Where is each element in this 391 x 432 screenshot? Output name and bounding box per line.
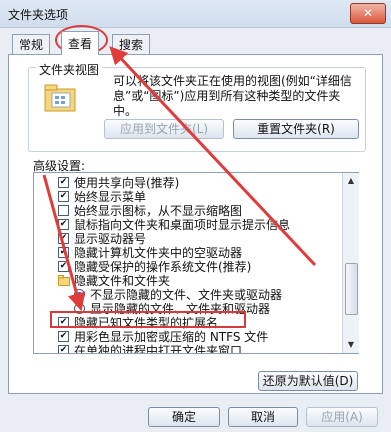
tree-item[interactable]: ✔ 使用共享向导(推荐) — [34, 176, 344, 190]
checkbox[interactable]: ✔ — [58, 247, 69, 258]
folder-views-description: 可以将该文件夹正在使用的视图(例如“详细信息”或“图标”)应用到所有这种类型的文… — [113, 74, 352, 118]
tree-item[interactable]: ✔ 鼠标指向文件夹和桌面项时显示提示信息 — [34, 218, 344, 232]
checkbox[interactable]: ✔ — [58, 233, 69, 244]
tree-item-label: 隐藏计算机文件夹中的空驱动器 — [74, 246, 243, 260]
tree-item[interactable]: 隐藏文件和文件夹 — [34, 274, 344, 288]
folder-view-icon — [44, 84, 76, 112]
title-bar: 文件夹选项 ✕ — [0, 0, 391, 28]
tab-general[interactable]: 常规 — [12, 34, 51, 54]
scroll-up-icon[interactable]: ▲ — [343, 173, 359, 189]
tree-item-label: 显示驱动器号 — [74, 232, 147, 246]
tree-item-label: 不显示隐藏的文件、文件夹或驱动器 — [90, 288, 283, 302]
tree-item[interactable]: 始终显示图标，从不显示缩略图 — [34, 204, 344, 218]
tree-item-label: 隐藏文件和文件夹 — [74, 274, 171, 288]
checkbox[interactable] — [58, 205, 69, 216]
folder-views-title: 文件夹视图 — [36, 61, 103, 78]
tree-item-label: 始终显示图标，从不显示缩略图 — [74, 204, 243, 218]
window-title: 文件夹选项 — [8, 8, 69, 22]
tree-item[interactable]: 不显示隐藏的文件、文件夹或驱动器 — [34, 288, 344, 302]
apply-button[interactable]: 应用(A) — [306, 407, 378, 427]
tree-item-label: 用彩色显示加密或压缩的 NTFS 文件 — [74, 330, 269, 344]
cancel-button[interactable]: 取消 — [228, 407, 298, 427]
tree-item[interactable]: ✔ 在单独的进程中打开文件夹窗口 — [34, 344, 344, 354]
tree-item-label: 使用共享向导(推荐) — [74, 176, 180, 190]
radio-button[interactable] — [74, 289, 85, 300]
scroll-thumb[interactable] — [345, 263, 358, 315]
tree-item[interactable]: ✔ 隐藏计算机文件夹中的空驱动器 — [34, 246, 344, 260]
tree-item[interactable]: ✔ 始终显示菜单 — [34, 190, 344, 204]
close-button[interactable]: ✕ — [350, 3, 386, 24]
tree-item[interactable]: ✔ 显示驱动器号 — [34, 232, 344, 246]
tree-item[interactable]: ✔ 隐藏受保护的操作系统文件(推荐) — [34, 260, 344, 274]
tree-item-label: 在单独的进程中打开文件夹窗口 — [74, 344, 243, 354]
tab-search[interactable]: 搜索 — [112, 34, 151, 54]
apply-to-folders-button[interactable]: 应用到文件夹(L) — [104, 119, 224, 139]
checkbox[interactable]: ✔ — [58, 219, 69, 230]
tab-view[interactable]: 查看 — [61, 31, 100, 55]
annotation-highlight-box — [50, 311, 246, 328]
checkbox[interactable]: ✔ — [58, 261, 69, 272]
reset-folders-button[interactable]: 重置文件夹(R) — [233, 119, 359, 139]
ok-button[interactable]: 确定 — [148, 407, 220, 427]
tree-item-label: 始终显示菜单 — [74, 190, 147, 204]
tree-item-label: 鼠标指向文件夹和桌面项时显示提示信息 — [74, 218, 291, 232]
checkbox[interactable]: ✔ — [58, 331, 69, 342]
tree-item[interactable]: ✔ 用彩色显示加密或压缩的 NTFS 文件 — [34, 330, 344, 344]
scroll-down-icon[interactable]: ▼ — [343, 337, 359, 353]
checkbox[interactable]: ✔ — [58, 177, 69, 188]
tree-item-label: 隐藏受保护的操作系统文件(推荐) — [74, 260, 252, 274]
checkbox[interactable]: ✔ — [58, 345, 69, 353]
checkbox[interactable]: ✔ — [58, 191, 69, 202]
vertical-scrollbar[interactable]: ▲ ▼ — [342, 173, 359, 353]
restore-defaults-button[interactable]: 还原为默认值(D) — [258, 371, 358, 391]
folder-icon — [58, 275, 70, 286]
